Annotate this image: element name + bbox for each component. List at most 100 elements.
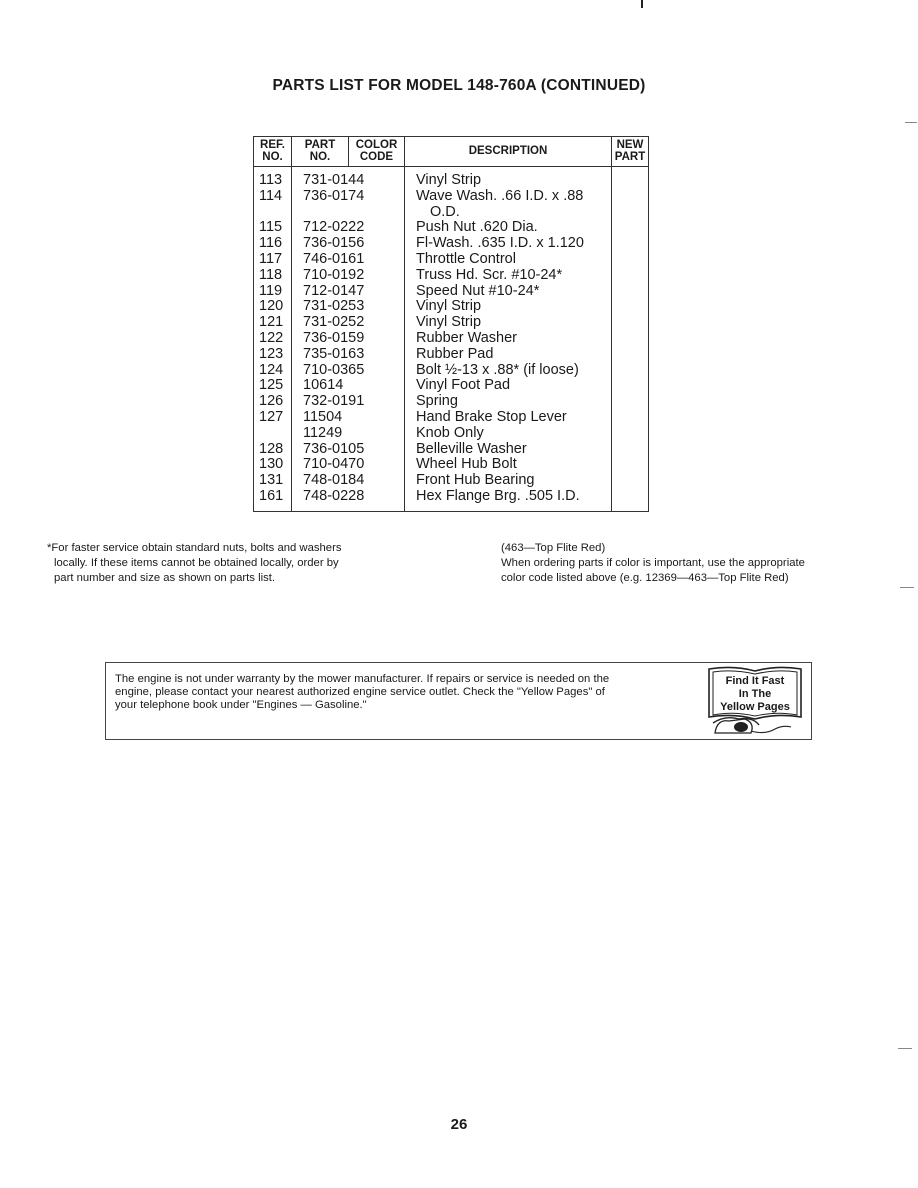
table-row: 114 736-0174 Wave Wash. .66 I.D. x .88 xyxy=(254,187,648,205)
ref-no: 130 xyxy=(259,456,284,473)
ref-no: 126 xyxy=(259,393,284,410)
description: Knob Only xyxy=(416,424,484,441)
ref-no: 113 xyxy=(259,172,283,188)
table-row: 113 731-0144 Vinyl Strip xyxy=(254,172,648,189)
header-part-no: PART NO. xyxy=(292,137,348,166)
warranty-text: The engine is not under warranty by the … xyxy=(115,673,705,712)
color-note-line: (463—Top Flite Red) xyxy=(501,542,606,554)
part-no: 746-0161 xyxy=(303,250,365,267)
ref-no: 120 xyxy=(259,298,284,315)
part-no: 11249 xyxy=(303,424,343,441)
fastener-footnote: *For faster service obtain standard nuts… xyxy=(47,541,427,586)
column-divider xyxy=(348,137,349,166)
ref-no: 161 xyxy=(259,487,284,504)
description: Hand Brake Stop Lever xyxy=(416,408,567,425)
header-new-line1: NEW xyxy=(616,139,644,151)
header-color-line1: COLOR xyxy=(355,139,398,151)
part-no: 712-0222 xyxy=(303,219,365,236)
table-row: 116 736-0156 Fl-Wash. .635 I.D. x 1.120 xyxy=(254,235,648,252)
table-row: 117 746-0161 Throttle Control xyxy=(254,250,648,268)
description: Spring xyxy=(416,393,458,410)
table-row: 125 10614 Vinyl Foot Pad xyxy=(254,378,648,394)
footnote-line: locally. If these items cannot be obtain… xyxy=(54,557,339,569)
description: Belleville Washer xyxy=(416,440,527,457)
part-no: 732-0191 xyxy=(303,393,365,410)
warranty-line: The engine is not under warranty by the … xyxy=(115,673,610,685)
ref-no: 119 xyxy=(259,282,283,299)
table-row: 131 748-0184 Front Hub Bearing xyxy=(254,472,648,489)
scan-tick-mark xyxy=(641,0,643,8)
description: Wheel Hub Bolt xyxy=(416,456,517,473)
part-no: 735-0163 xyxy=(303,345,365,362)
ref-no: 128 xyxy=(259,440,284,457)
scan-edge-mark xyxy=(898,1048,912,1049)
ref-no: 123 xyxy=(259,345,284,362)
footnote-line: part number and size as shown on parts l… xyxy=(54,572,276,584)
header-part-line2: NO. xyxy=(309,151,331,163)
description: Vinyl Strip xyxy=(416,298,482,315)
engine-warranty-notice: The engine is not under warranty by the … xyxy=(105,662,812,740)
description: Throttle Control xyxy=(416,250,516,267)
badge-text: Find It Fast In The Yellow Pages xyxy=(705,675,805,714)
ref-no: 131 xyxy=(259,472,284,489)
ref-no: 124 xyxy=(259,361,284,378)
description: Bolt ½-13 x .88* (if loose) xyxy=(416,361,579,378)
part-no: 736-0159 xyxy=(303,329,365,346)
badge-line: In The xyxy=(738,688,772,700)
yellow-pages-badge: Find It Fast In The Yellow Pages xyxy=(705,663,805,737)
ref-no: 118 xyxy=(259,266,283,283)
part-no: 736-0105 xyxy=(303,440,365,457)
header-new-line2: PART xyxy=(614,151,646,163)
badge-line: Find It Fast xyxy=(725,675,785,687)
part-no: 731-0253 xyxy=(303,298,365,315)
table-row: 11249 Knob Only xyxy=(254,424,648,442)
color-note-line: When ordering parts if color is importan… xyxy=(501,557,805,569)
table-row: 130 710-0470 Wheel Hub Bolt xyxy=(254,457,648,473)
table-row: 119 712-0147 Speed Nut #10-24* xyxy=(254,282,648,300)
scan-edge-mark xyxy=(905,122,917,123)
badge-line: Yellow Pages xyxy=(720,701,790,713)
description: Push Nut .620 Dia. xyxy=(416,219,538,236)
table-body: 113 731-0144 Vinyl Strip 114 736-0174 Wave Wa… xyxy=(254,172,648,505)
table-row: 120 731-0253 Vinyl Strip xyxy=(254,299,648,315)
color-code-note: (463—Top Flite Red) When ordering parts … xyxy=(501,541,891,586)
footnote-line: *For faster service obtain standard nuts… xyxy=(47,542,342,554)
description: Wave Wash. .66 I.D. x .88 xyxy=(416,187,584,204)
ref-no: 122 xyxy=(259,329,284,346)
part-no: 10614 xyxy=(303,377,344,394)
ref-no: 114 xyxy=(259,187,283,204)
table-row: 118 710-0192 Truss Hd. Scr. #10-24* xyxy=(254,266,648,284)
part-no: 748-0184 xyxy=(303,472,365,489)
header-description: DESCRIPTION xyxy=(468,145,548,157)
header-color-line2: CODE xyxy=(359,151,394,163)
header-ref-line2: NO. xyxy=(262,151,283,163)
description: Rubber Pad xyxy=(416,345,494,362)
table-row: 124 710-0365 Bolt ½-13 x .88* (if loose) xyxy=(254,361,648,379)
part-no: 748-0228 xyxy=(303,487,365,504)
part-no: 731-0144 xyxy=(303,172,365,188)
description: O.D. xyxy=(430,203,460,220)
description: Speed Nut #10-24* xyxy=(416,282,540,299)
page-title: PARTS LIST FOR MODEL 148-760A (CONTINUED… xyxy=(272,77,646,94)
table-row: 115 712-0222 Push Nut .620 Dia. xyxy=(254,220,648,236)
scan-edge-mark xyxy=(900,587,914,588)
part-no: 712-0147 xyxy=(303,282,365,299)
warranty-line: engine, please contact your nearest auth… xyxy=(115,686,605,698)
color-note-line: color code listed above (e.g. 12369—463—… xyxy=(501,572,789,584)
page-number: 26 xyxy=(450,1116,468,1133)
description: Rubber Washer xyxy=(416,329,518,346)
description: Hex Flange Brg. .505 I.D. xyxy=(416,487,580,504)
part-no: 11504 xyxy=(303,408,343,425)
table-row: 123 735-0163 Rubber Pad xyxy=(254,345,648,363)
header-ref-line1: REF. xyxy=(260,139,285,151)
part-no: 710-0470 xyxy=(303,456,365,473)
ref-no: 117 xyxy=(259,250,283,267)
table-row: 128 736-0105 Belleville Washer xyxy=(254,440,648,458)
warranty-line: your telephone book under "Engines — Gas… xyxy=(115,699,367,711)
description: Vinyl Foot Pad xyxy=(416,377,511,394)
part-no: 731-0252 xyxy=(303,314,365,331)
description: Truss Hd. Scr. #10-24* xyxy=(416,266,563,283)
header-color-code: COLOR CODE xyxy=(349,137,404,166)
table-row: O.D. xyxy=(254,203,648,221)
parts-table: REF. NO. PART NO. COLOR CODE DESCRIPTION… xyxy=(253,136,649,512)
